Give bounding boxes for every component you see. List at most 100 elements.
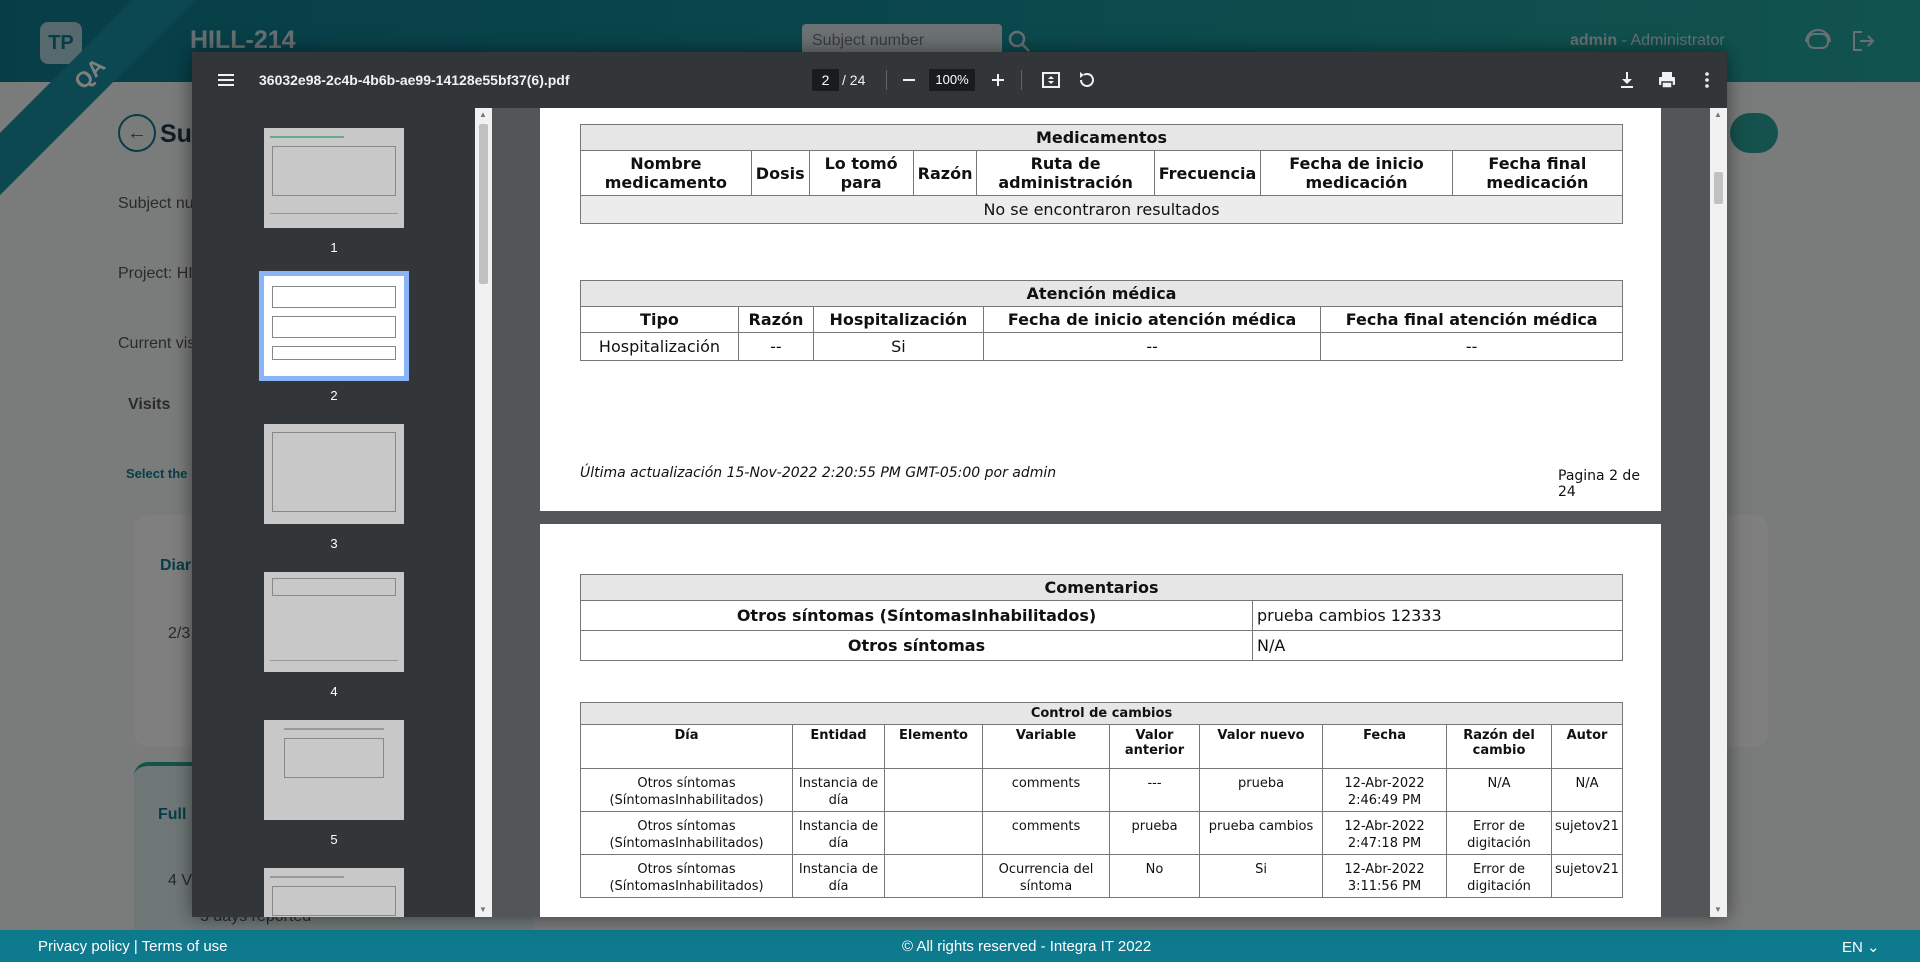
medicamentos-table: Medicamentos Nombre medicamento Dosis Lo… — [580, 124, 1624, 224]
table-row: Otros síntomas N/A — [580, 630, 1623, 661]
zoom-out-icon[interactable] — [894, 65, 924, 95]
table-row: Otros síntomas (SíntomasInhabilitados) I… — [579, 811, 1623, 855]
column-header: Nombre medicamento — [580, 150, 752, 196]
column-header: Lo tomó para — [808, 150, 914, 196]
fit-page-icon[interactable] — [1036, 65, 1066, 95]
page-thumbnail[interactable] — [264, 128, 404, 228]
table-cell: Error de digitación — [1446, 854, 1553, 898]
page-footer-number: Pagina 2 de 24 — [1558, 468, 1640, 500]
column-header: Razón del cambio — [1446, 724, 1553, 769]
table-cell: Instancia de día — [792, 811, 886, 855]
page-number-input[interactable]: 2 — [812, 69, 839, 91]
last-update-note: Última actualización 15-Nov-2022 2:20:55… — [580, 465, 1057, 481]
column-header: Fecha final atención médica — [1320, 306, 1623, 333]
column-header: Frecuencia — [1153, 150, 1262, 196]
page-thumbnail[interactable] — [264, 424, 404, 524]
column-header: Ruta de administración — [976, 150, 1155, 196]
document-scrollbar[interactable]: ▲ ▼ — [1710, 108, 1727, 917]
column-header: Valor nuevo — [1199, 724, 1324, 769]
table-cell: --- — [1109, 768, 1201, 812]
document-scroll-thumb[interactable] — [1714, 172, 1723, 204]
thumbnail-scrollbar[interactable]: ▲ ▼ — [475, 108, 492, 917]
table-row: Otros síntomas (SíntomasInhabilitados) I… — [579, 854, 1623, 898]
column-header: Variable — [982, 724, 1111, 769]
zoom-in-icon[interactable] — [983, 65, 1013, 95]
page-thumbnail[interactable] — [264, 720, 404, 820]
thumbnail-label: 2 — [330, 388, 338, 403]
column-header: Razón — [912, 150, 978, 196]
print-icon[interactable] — [1652, 65, 1682, 95]
language-value: EN — [1842, 939, 1863, 956]
column-header: Tipo — [580, 306, 739, 333]
table-cell: sujetov21 — [1551, 854, 1623, 898]
atencion-medica-table: Atención médica Tipo Razón Hospitalizaci… — [580, 280, 1623, 361]
comment-label: Otros síntomas (SíntomasInhabilitados) — [580, 600, 1253, 631]
table-cell: prueba cambios — [1199, 811, 1324, 855]
column-header: Entidad — [792, 724, 886, 769]
rotate-icon[interactable] — [1072, 65, 1102, 95]
footer: Privacy policy | Terms of use © All righ… — [0, 930, 1920, 962]
footer-links[interactable]: Privacy policy | Terms of use — [38, 938, 228, 955]
language-selector[interactable]: EN ⌄ — [1842, 938, 1880, 956]
toolbar-divider — [1021, 70, 1022, 90]
pdf-toolbar: 36032e98-2c4b-4b6b-ae99-14128e55bf37(6).… — [192, 52, 1727, 108]
table-cell: Ocurrencia del síntoma — [982, 854, 1111, 898]
comentarios-table: Comentarios Otros síntomas (SíntomasInha… — [580, 574, 1623, 661]
table-title: Comentarios — [580, 574, 1623, 601]
empty-results: No se encontraron resultados — [580, 195, 1623, 224]
pdf-page-2: Medicamentos Nombre medicamento Dosis Lo… — [540, 108, 1661, 511]
table-cell: Instancia de día — [792, 854, 886, 898]
table-cell: sujetov21 — [1551, 811, 1623, 855]
page-thumbnail[interactable] — [264, 868, 404, 917]
footer-copyright: © All rights reserved - Integra IT 2022 — [902, 938, 1152, 955]
column-header: Hospitalización — [812, 306, 984, 333]
table-cell: Otros síntomas (SíntomasInhabilitados) — [579, 811, 794, 855]
thumbnail-sidebar: 1 2 3 4 5 — [192, 108, 475, 917]
table-cell: comments — [982, 768, 1111, 812]
table-cell: N/A — [1551, 768, 1623, 812]
thumbnail-label: 5 — [330, 832, 338, 847]
table-cell: Error de digitación — [1446, 811, 1553, 855]
table-row: Otros síntomas (SíntomasInhabilitados) p… — [580, 600, 1623, 631]
control-cambios-table: Control de cambios Día Entidad Elemento … — [579, 702, 1623, 898]
column-header: Valor anterior — [1109, 724, 1201, 769]
table-cell: prueba — [1109, 811, 1201, 855]
column-header: Día — [579, 724, 794, 769]
table-cell — [884, 768, 984, 812]
comment-value: N/A — [1252, 630, 1623, 661]
table-title: Atención médica — [580, 280, 1623, 307]
page-thumbnail-selected[interactable] — [259, 271, 409, 381]
table-cell: -- — [982, 332, 1322, 361]
column-header: Autor — [1551, 724, 1623, 769]
table-cell: No — [1109, 854, 1201, 898]
more-options-icon[interactable] — [1692, 65, 1722, 95]
table-row: Hospitalización -- Si -- -- — [580, 332, 1623, 361]
table-cell: Instancia de día — [792, 768, 886, 812]
page-thumbnail[interactable] — [264, 572, 404, 672]
table-title: Medicamentos — [580, 124, 1623, 151]
table-cell: Si — [812, 332, 984, 361]
column-header: Razón — [737, 306, 814, 333]
table-cell: 12-Abr-2022 2:47:18 PM — [1322, 811, 1448, 855]
table-cell: Hospitalización — [580, 332, 739, 361]
thumbnail-label: 3 — [330, 536, 338, 551]
menu-icon[interactable] — [211, 65, 241, 95]
comment-label: Otros síntomas — [580, 630, 1253, 661]
table-cell — [884, 811, 984, 855]
table-cell: -- — [1320, 332, 1623, 361]
table-title: Control de cambios — [580, 702, 1623, 725]
table-cell: 12-Abr-2022 2:46:49 PM — [1322, 768, 1448, 812]
download-icon[interactable] — [1612, 65, 1642, 95]
table-cell: prueba — [1199, 768, 1324, 812]
column-header: Fecha final medicación — [1451, 150, 1624, 196]
thumbnail-label: 4 — [330, 684, 338, 699]
thumbnail-scroll-thumb[interactable] — [479, 124, 488, 284]
table-cell: Otros síntomas (SíntomasInhabilitados) — [579, 854, 794, 898]
table-cell: comments — [982, 811, 1111, 855]
table-cell: 12-Abr-2022 3:11:56 PM — [1322, 854, 1448, 898]
zoom-input[interactable]: 100% — [929, 69, 975, 91]
column-header: Fecha — [1322, 724, 1448, 769]
toolbar-divider — [886, 70, 887, 90]
table-cell: Si — [1199, 854, 1324, 898]
column-header: Dosis — [750, 150, 810, 196]
